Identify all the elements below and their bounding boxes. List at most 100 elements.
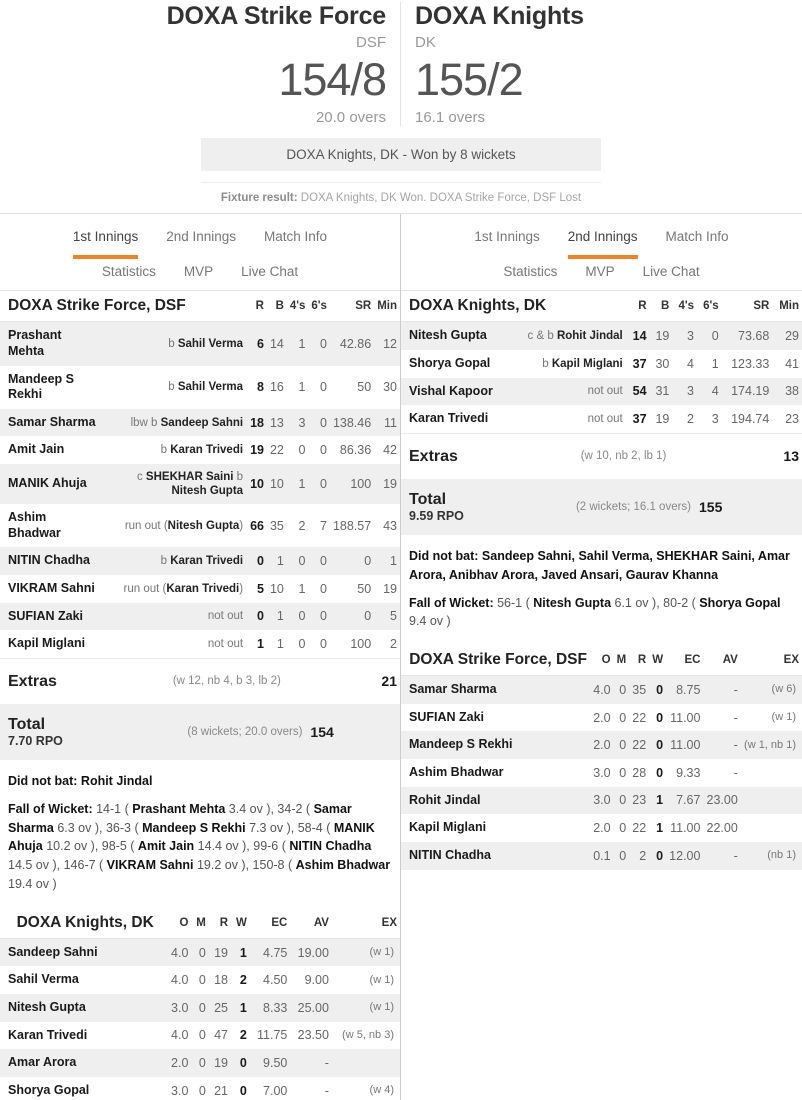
tab-2nd-innings[interactable]: 2nd Innings [152, 226, 250, 259]
batsman-row[interactable]: NITIN Chadha b Karan Trivedi 0 1 0 0 0 1 [0, 547, 400, 575]
bowler-row[interactable]: Ashim Bhadwar 3.0 0 28 0 9.33 - [401, 759, 802, 787]
batsman-row[interactable]: Amit Jain b Karan Trivedi 19 22 0 0 86.36 42 [0, 436, 400, 464]
batsman-row[interactable]: Kapil Miglani not out 1 1 0 0 100 2 [0, 630, 400, 658]
maidens-value: 0 [198, 973, 206, 988]
tab-statistics[interactable]: Statistics [489, 261, 571, 279]
batsman-name: Nitesh Gupta [409, 328, 487, 343]
column-header-R: R [247, 291, 267, 323]
bowler-row[interactable]: Amar Arora 2.0 0 19 0 9.50 - [0, 1049, 400, 1077]
runs-value: 5 [257, 581, 264, 596]
column-header-EC: EC [249, 907, 291, 939]
tab-1st-innings[interactable]: 1st Innings [59, 226, 152, 259]
tab-match-info[interactable]: Match Info [652, 226, 743, 259]
column-header-M: M [191, 907, 209, 939]
batsman-row[interactable]: SUFIAN Zaki not out 0 1 0 0 0 5 [0, 602, 400, 631]
batsman-name: Samar Sharma [8, 414, 96, 429]
overs-value: 4.0 [171, 945, 189, 960]
average-value: - [733, 738, 738, 753]
strike-rate-value: 0 [364, 609, 372, 624]
column-header-EX: EX [740, 645, 802, 677]
column-header-O: O [165, 907, 192, 939]
extras-breakdown: (w 5, nb 3) [342, 1028, 394, 1041]
fow-player: Amit Jain [137, 839, 195, 854]
team-b-score: 155/2 [415, 53, 524, 105]
batsman-row[interactable]: Shorya Gopal b Kapil Miglani 37 30 4 1 123.33 4… [401, 350, 802, 378]
batsman-row[interactable]: Ashim Bhadwar run out (Nitesh Gupta) 66 35 2… [0, 504, 400, 547]
batsman-row[interactable]: Mandeep S Rekhi b Sahil Verma 8 16 1 0 50 30 [0, 366, 400, 409]
fours-value: 0 [298, 554, 306, 569]
tab-live-chat[interactable]: Live Chat [227, 261, 312, 279]
match-scorebar: DOXA Strike Force DSF 154/8 20.0 overs D… [0, 0, 802, 126]
batsman-row[interactable]: Nitesh Gupta c & b Rohit Jindal 14 19 3 0 73.6… [401, 321, 802, 350]
column-header-SR: SR [721, 291, 773, 323]
bowler-row[interactable]: Mandeep S Rekhi 2.0 0 22 0 11.00 - (w 1, nb 1) [401, 731, 802, 760]
column-header-Min: Min [374, 291, 400, 323]
bowler-row[interactable]: Sahil Verma 4.0 0 18 2 4.50 9.00 (w 1) [0, 966, 400, 994]
bowler-row[interactable]: Karan Trivedi 4.0 0 47 2 11.75 23.50 (w 5, nb 3… [0, 1022, 400, 1050]
bowler-row[interactable]: Nitesh Gupta 3.0 0 25 1 8.33 25.00 (w 1) [0, 993, 400, 1022]
balls-value: 19 [655, 329, 670, 344]
batsman-row[interactable]: Prashant Mehta b Sahil Verma 6 14 1 0 42.86 12 [0, 321, 400, 366]
batsman-row[interactable]: Karan Trivedi not out 37 19 2 3 194.74 23 [401, 405, 802, 433]
dismissal-info: c & b Rohit Jindal [527, 330, 623, 343]
dismissal-info: b Sahil Verma [168, 381, 244, 394]
minutes-value: 2 [390, 637, 397, 651]
dismissal-info: b Karan Trivedi [160, 555, 244, 568]
dismissal-info: not out [587, 385, 623, 398]
batting-header-row: DOXA Strike Force, DSF R B 4's 6's SR Min [0, 291, 400, 323]
batsman-name: Kapil Miglani [8, 636, 86, 651]
fow-detail: 6.1 ov ), 80-2 ( [611, 595, 700, 610]
bowler-row[interactable]: NITIN Chadha 0.1 0 2 0 12.00 - (nb 1) [401, 841, 802, 870]
tab-match-info[interactable]: Match Info [250, 226, 341, 259]
column-header-6s: 6's [308, 291, 330, 323]
bowler-row[interactable]: Samar Sharma 4.0 0 35 0 8.75 - (w 6) [401, 675, 802, 704]
extras-breakdown [741, 814, 802, 842]
tab-1st-innings[interactable]: 1st Innings [460, 226, 553, 259]
bowling-header-row: DOXA Knights, DK O M R W EC AV EX [0, 907, 400, 939]
did-not-bat: Did not bat: Rohit Jindal [8, 772, 392, 791]
runs-conceded-value: 25 [214, 1000, 229, 1015]
tab-mvp[interactable]: MVP [170, 261, 227, 279]
strike-rate-value: 194.74 [731, 411, 770, 426]
tab-2nd-innings[interactable]: 2nd Innings [554, 226, 652, 259]
batsman-row[interactable]: Samar Sharma lbw b Sandeep Sahni 18 13 3 0 138… [0, 408, 400, 437]
bowler-row[interactable]: Sandeep Sahni 4.0 0 19 1 4.75 19.00 (w 1) [0, 938, 400, 967]
economy-value: 11.00 [670, 710, 701, 725]
sixes-value: 0 [319, 336, 327, 351]
extras-value: 21 [286, 657, 400, 704]
batsman-row[interactable]: VIKRAM Sahni run out (Karan Trivedi) 5 10 1 0… [0, 575, 400, 603]
bowler-row[interactable]: Kapil Miglani 2.0 0 22 1 11.00 22.00 [401, 814, 802, 842]
batsman-row[interactable]: MANIK Ahuja c SHEKHAR Saini b Nitesh Gupt… [0, 464, 400, 505]
batsman-row[interactable]: Vishal Kapoor not out 54 31 3 4 174.19 38 [401, 377, 802, 406]
fow-player: Ashim Bhadwar [295, 858, 391, 873]
extras-detail: (w 10, nb 2, lb 1) [509, 432, 673, 479]
runs-value: 18 [250, 415, 264, 430]
bowler-row[interactable]: SUFIAN Zaki 2.0 0 22 0 11.00 - (w 1) [401, 704, 802, 732]
team-a-summary: DOXA Strike Force DSF 154/8 20.0 overs [0, 2, 401, 126]
fow-player: Mandeep S Rekhi [142, 820, 246, 835]
economy-value: 11.00 [670, 821, 701, 836]
batting-table: DOXA Knights, DK R B 4's 6's SR Min Nitesh Gupt… [401, 291, 802, 536]
extras-row: Extras (w 12, nb 4, b 3, lb 2) 21 [0, 657, 400, 704]
bowler-row[interactable]: Shorya Gopal 3.0 0 21 0 7.00 - (w 4) [0, 1077, 400, 1100]
tab-mvp[interactable]: MVP [571, 261, 628, 279]
fow-detail: 7.3 ov ), 58-4 ( [245, 820, 334, 835]
sixes-value: 1 [711, 356, 719, 371]
column-header-6s: 6's [697, 291, 722, 323]
economy-value: 9.50 [263, 1056, 288, 1070]
batsman-name: SUFIAN Zaki [8, 608, 84, 623]
bowler-name: Amar Arora [8, 1055, 77, 1070]
total-label-text: Total [409, 490, 447, 508]
tab-live-chat[interactable]: Live Chat [629, 261, 714, 279]
fall-of-wicket-label: Fall of Wicket: [8, 801, 93, 816]
fow-detail: 56-1 ( [493, 595, 534, 610]
bowler-name: Ashim Bhadwar [409, 765, 504, 780]
tab-label: Match Info [665, 229, 729, 244]
runs-value: 0 [257, 554, 264, 569]
tab-statistics[interactable]: Statistics [88, 261, 170, 279]
run-rate-value: 9.59 RPO [409, 509, 464, 524]
wickets-value: 0 [239, 1083, 247, 1098]
tab-active-underline [264, 255, 327, 259]
extras-row: Extras (w 10, nb 2, lb 1) 13 [401, 432, 802, 479]
bowler-row[interactable]: Rohit Jindal 3.0 0 23 1 7.67 23.00 [401, 786, 802, 815]
